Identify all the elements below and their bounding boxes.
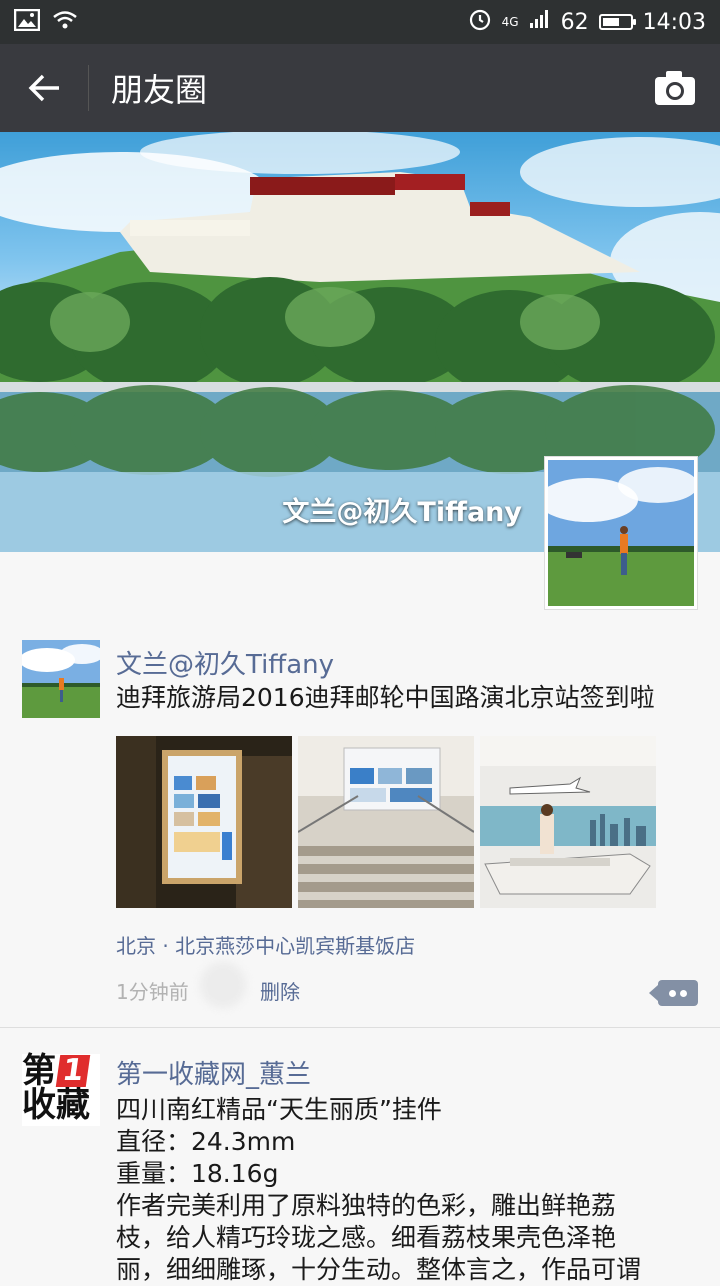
post-photo[interactable] (480, 736, 656, 908)
post-avatar[interactable]: 第1 收藏 (22, 1051, 100, 1126)
post-time: 1分钟前 (116, 980, 189, 1004)
post-avatar[interactable] (22, 640, 100, 718)
moment-post: 文兰@初久Tiffany 迪拜旅游局2016迪拜邮轮中国路演北京站签到啦 北京 … (0, 636, 720, 1028)
battery-icon (598, 14, 636, 30)
blurred-region (200, 962, 246, 1008)
logo-line: 第1 (22, 1051, 100, 1091)
camera-icon (655, 71, 695, 105)
logo-line: 收藏 (22, 1088, 100, 1122)
staircase-photo (298, 736, 474, 908)
post-text: 四川南红精品“天生丽质”挂件 直径：24.3mm 重量：18.16g 作者完美利… (116, 1094, 701, 1286)
post-text-line: 枝，给人精巧玲珑之感。细看荔枝果壳色泽艳 (116, 1223, 617, 1252)
comment-dots-icon (680, 990, 687, 997)
camera-button[interactable] (630, 44, 720, 132)
post-text-line: 丽，细细雕琢，十分生动。整体言之，作品可谓 (116, 1255, 642, 1284)
signage-photo (116, 736, 292, 908)
logo-text: 第 (22, 1051, 56, 1091)
post-photo[interactable] (116, 736, 292, 908)
signal-icon (529, 9, 551, 35)
logo-one: 1 (55, 1053, 91, 1088)
back-button[interactable] (0, 44, 88, 132)
gallery-notification-icon (13, 8, 41, 35)
wifi-icon (52, 9, 78, 35)
post-text-line: 作者完美利用了原料独特的色彩，雕出鲜艳荔 (116, 1191, 617, 1220)
photo-grid (116, 736, 656, 908)
status-bar: 4G 62 14:03 (0, 0, 720, 44)
post-text-line: 四川南红精品“天生丽质”挂件 (116, 1095, 442, 1124)
post-user-name[interactable]: 文兰@初久Tiffany (116, 644, 334, 681)
post-text-line: 直径：24.3mm (116, 1127, 296, 1156)
post-text-line: 重量：18.16g (116, 1159, 279, 1188)
comment-button[interactable] (649, 980, 698, 1006)
profile-avatar[interactable] (538, 456, 698, 610)
nav-divider (88, 65, 89, 111)
alarm-icon (468, 7, 492, 37)
post-location[interactable]: 北京 · 北京燕莎中心凯宾斯基饭店 (116, 930, 415, 959)
nav-bar: 朋友圈 (0, 44, 720, 132)
page-title: 朋友圈 (111, 71, 208, 109)
avatar-image (538, 460, 698, 606)
post-text: 迪拜旅游局2016迪拜邮轮中国路演北京站签到啦 (116, 683, 655, 712)
moment-post: 第1 收藏 第一收藏网_蕙兰 四川南红精品“天生丽质”挂件 直径：24.3mm … (0, 1030, 720, 1284)
cruise-model-photo (480, 736, 656, 908)
clock: 14:03 (642, 9, 706, 35)
cover-user-name: 文兰@初久Tiffany (282, 497, 522, 528)
post-user-name[interactable]: 第一收藏网_蕙兰 (116, 1054, 311, 1091)
logo-text: 收藏 (22, 1085, 90, 1125)
back-arrow-icon (28, 74, 59, 102)
post-avatar-image (22, 640, 100, 718)
comment-dots-icon (669, 990, 676, 997)
delete-button[interactable]: 删除 (260, 976, 300, 1005)
post-photo[interactable] (298, 736, 474, 908)
battery-percent: 62 (560, 9, 589, 35)
network-type: 4G (501, 15, 519, 29)
